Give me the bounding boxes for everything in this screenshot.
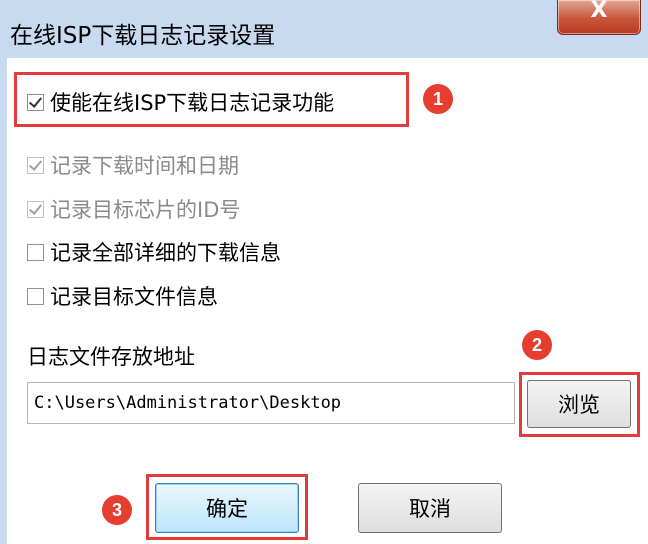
record-details-option[interactable]: 记录全部详细的下载信息 [27, 237, 281, 267]
record-time-option: 记录下载时间和日期 [27, 150, 239, 180]
record-file-info-checkbox[interactable] [27, 287, 44, 305]
title-bar: 在线ISP下载日志记录设置 X [0, 0, 648, 58]
record-chip-id-option: 记录目标芯片的ID号 [27, 194, 240, 224]
ok-button[interactable]: 确定 [155, 483, 299, 533]
record-details-label: 记录全部详细的下载信息 [50, 241, 281, 265]
close-icon: X [590, 0, 608, 23]
window-title: 在线ISP下载日志记录设置 [10, 23, 276, 49]
record-chip-id-checkbox [27, 200, 44, 218]
browse-button[interactable]: 浏览 [527, 380, 631, 428]
step-badge-3: 3 [102, 495, 132, 525]
record-time-checkbox [27, 156, 44, 174]
cancel-button[interactable]: 取消 [358, 483, 502, 533]
record-time-label: 记录下载时间和日期 [50, 154, 239, 178]
record-details-checkbox[interactable] [27, 243, 44, 261]
highlight-box-1 [14, 72, 409, 127]
record-file-info-option[interactable]: 记录目标文件信息 [27, 281, 218, 311]
step-badge-2: 2 [522, 330, 552, 360]
record-file-info-label: 记录目标文件信息 [50, 285, 218, 309]
log-path-label-row: 日志文件存放地址 [27, 341, 195, 371]
step-badge-1: 1 [423, 84, 453, 114]
close-button[interactable]: X [557, 0, 641, 35]
log-path-label: 日志文件存放地址 [27, 345, 195, 369]
log-path-input[interactable] [27, 382, 515, 424]
window-left-border [0, 58, 7, 544]
record-chip-id-label: 记录目标芯片的ID号 [50, 198, 241, 222]
